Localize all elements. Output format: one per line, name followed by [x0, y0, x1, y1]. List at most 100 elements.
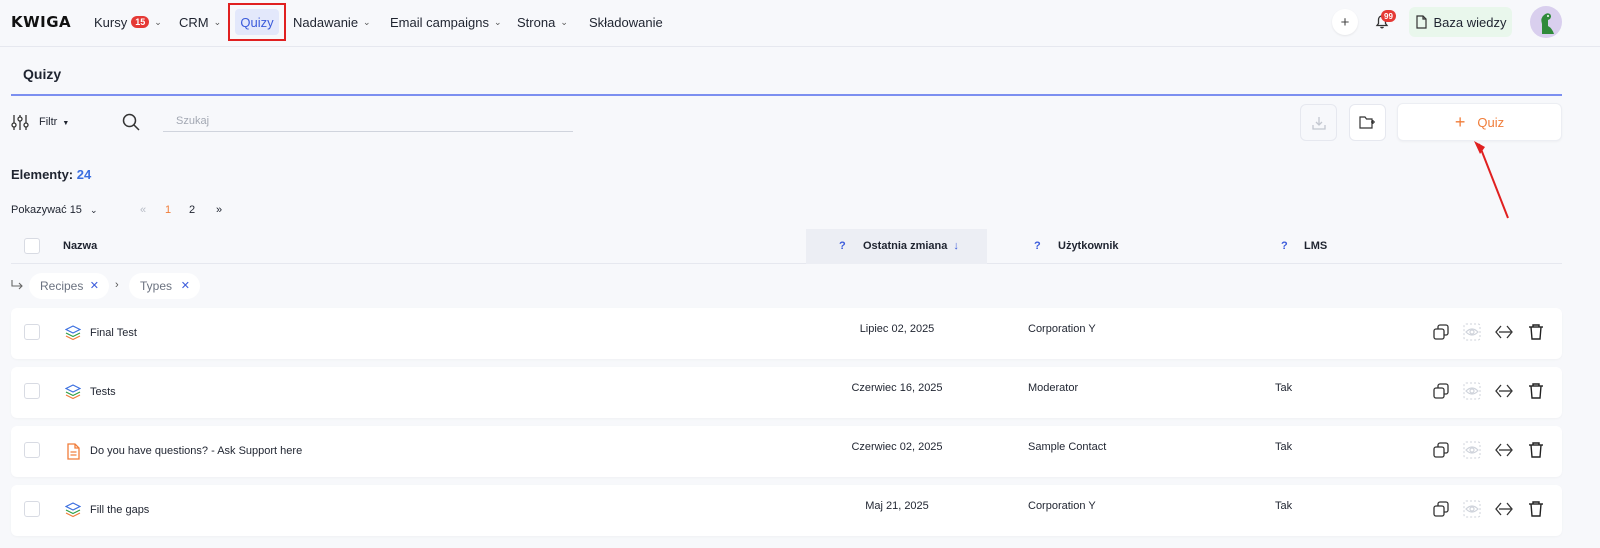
first-page-button[interactable]: « — [140, 204, 146, 216]
close-icon[interactable]: ✕ — [181, 279, 190, 292]
copy-icon[interactable] — [1432, 323, 1450, 341]
table-header — [11, 229, 1562, 264]
help-icon[interactable]: ? — [839, 240, 846, 252]
row-checkbox[interactable] — [24, 442, 40, 458]
elements-count: Elementy: 24 — [11, 167, 91, 182]
row-checkbox[interactable] — [24, 501, 40, 517]
add-quiz-button[interactable]: + Quiz — [1397, 103, 1562, 141]
search-input[interactable] — [163, 110, 573, 132]
download-button[interactable] — [1300, 104, 1337, 141]
search-icon[interactable] — [122, 113, 140, 131]
nav-item-strona[interactable]: Strona ⌄ — [517, 0, 568, 44]
last-page-button[interactable]: » — [216, 204, 222, 216]
user-name: Sample Contact — [1028, 441, 1107, 453]
elements-count-value: 24 — [76, 167, 92, 182]
column-header-user[interactable]: Użytkownik — [1058, 240, 1119, 252]
preview-eye-icon[interactable] — [1463, 441, 1481, 459]
nav-item-label: Nadawanie — [293, 14, 359, 30]
return-arrow-icon — [11, 280, 23, 290]
quiz-name[interactable]: Fill the gaps — [90, 504, 149, 516]
nav-item-quizy[interactable]: Quizy — [235, 9, 279, 35]
breadcrumb-chip-recipes[interactable]: Recipes ✕ — [29, 273, 109, 299]
preview-eye-icon[interactable] — [1463, 500, 1481, 518]
lms-value: Tak — [1275, 382, 1293, 394]
dinosaur-avatar-icon — [1541, 13, 1554, 34]
chevron-right-icon: › — [115, 279, 119, 291]
column-header-lms[interactable]: LMS — [1304, 240, 1327, 252]
row-checkbox[interactable] — [24, 383, 40, 399]
copy-icon[interactable] — [1432, 441, 1450, 459]
trash-icon[interactable] — [1527, 323, 1545, 341]
chevron-down-icon: ⌄ — [494, 16, 502, 27]
row-checkbox[interactable] — [24, 324, 40, 340]
column-header-label: Ostatnia zmiana — [863, 240, 948, 252]
page-1-button[interactable]: 1 — [165, 204, 171, 216]
column-header-name[interactable]: Nazwa — [63, 240, 97, 252]
last-change-date: Czerwiec 16, 2025 — [851, 382, 943, 394]
nav-item-label: Quizy — [240, 14, 274, 30]
filter-dropdown[interactable]: Filtr ▼ — [39, 116, 69, 128]
layers-icon — [65, 325, 81, 341]
folder-plus-icon — [1359, 116, 1375, 129]
quiz-name[interactable]: Final Test — [90, 327, 137, 339]
per-page-select[interactable]: Pokazywać 15 ⌄ — [11, 204, 97, 216]
kursy-count-badge: 15 — [131, 16, 150, 28]
nav-item-nadawanie[interactable]: Nadawanie ⌄ — [293, 0, 371, 44]
breadcrumb-chip-types[interactable]: Types ✕ — [129, 273, 200, 299]
table-row[interactable]: Final Test Lipiec 02, 2025 Corporation Y — [11, 308, 1562, 359]
last-change-date: Maj 21, 2025 — [865, 500, 929, 512]
add-folder-button[interactable] — [1349, 104, 1386, 141]
nav-item-kursy[interactable]: Kursy 15 ⌄ — [94, 0, 162, 44]
table-row[interactable]: Tests Czerwiec 16, 2025 Moderator Tak — [11, 367, 1562, 418]
filter-label: Filtr — [39, 116, 58, 128]
help-icon[interactable]: ? — [1034, 240, 1041, 252]
document-icon — [1415, 15, 1427, 29]
add-new-button[interactable]: + — [1332, 9, 1358, 35]
annotation-arrow — [1474, 141, 1509, 219]
page-2-button[interactable]: 2 — [189, 204, 195, 216]
copy-icon[interactable] — [1432, 382, 1450, 400]
trash-icon[interactable] — [1527, 441, 1545, 459]
title-underline — [11, 94, 1562, 96]
preview-eye-icon[interactable] — [1463, 382, 1481, 400]
nav-item-email-campaigns[interactable]: Email campaigns ⌄ — [390, 0, 502, 44]
nav-item-skladowanie[interactable]: Składowanie — [589, 0, 663, 44]
add-quiz-label: Quiz — [1477, 114, 1505, 130]
last-change-date: Lipiec 02, 2025 — [859, 323, 935, 335]
copy-icon[interactable] — [1432, 500, 1450, 518]
top-navigation: KWIGA Kursy 15 ⌄ CRM ⌄ Quizy Nadawanie ⌄… — [0, 0, 1600, 47]
plus-icon: + — [1454, 111, 1466, 132]
quiz-name[interactable]: Do you have questions? - Ask Support her… — [90, 445, 302, 457]
close-icon[interactable]: ✕ — [90, 279, 99, 292]
plus-icon: + — [1340, 13, 1350, 31]
knowledge-base-button[interactable]: Baza wiedzy — [1409, 7, 1512, 37]
move-arrows-icon[interactable] — [1495, 441, 1513, 459]
app-logo[interactable]: KWIGA — [11, 13, 71, 31]
nav-item-crm[interactable]: CRM ⌄ — [179, 0, 221, 44]
move-arrows-icon[interactable] — [1495, 500, 1513, 518]
column-header-last-change[interactable]: Ostatnia zmiana ↓ — [863, 240, 959, 252]
user-name: Corporation Y — [1028, 323, 1096, 335]
trash-icon[interactable] — [1527, 500, 1545, 518]
move-arrows-icon[interactable] — [1495, 323, 1513, 341]
document-icon — [67, 443, 80, 460]
quiz-name[interactable]: Tests — [90, 386, 116, 398]
chevron-down-icon: ⌄ — [154, 16, 162, 27]
per-page-label: Pokazywać 15 — [11, 204, 82, 216]
trash-icon[interactable] — [1527, 382, 1545, 400]
preview-eye-icon[interactable] — [1463, 323, 1481, 341]
elements-label: Elementy: — [11, 167, 74, 182]
select-all-checkbox[interactable] — [24, 238, 40, 254]
nav-item-label: Kursy — [94, 14, 128, 30]
nav-item-label: Składowanie — [589, 14, 663, 30]
chevron-down-icon: ⌄ — [363, 16, 371, 27]
nav-item-label: Email campaigns — [390, 14, 489, 30]
table-row[interactable]: Fill the gaps Maj 21, 2025 Corporation Y… — [11, 485, 1562, 536]
layers-icon — [65, 384, 81, 400]
move-arrows-icon[interactable] — [1495, 382, 1513, 400]
help-icon[interactable]: ? — [1281, 240, 1288, 252]
user-name: Moderator — [1028, 382, 1079, 394]
table-row[interactable]: Do you have questions? - Ask Support her… — [11, 426, 1562, 477]
user-avatar[interactable] — [1530, 6, 1562, 38]
filter-sliders-icon[interactable] — [11, 114, 29, 131]
